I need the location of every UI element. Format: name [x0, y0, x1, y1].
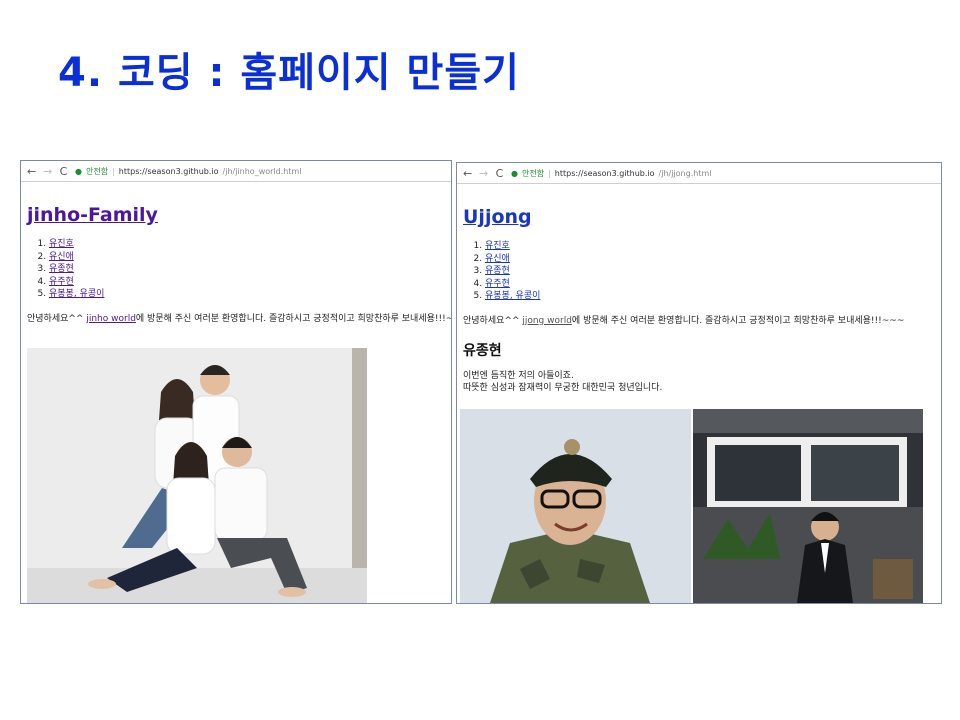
- list-item: 유주현: [49, 276, 451, 289]
- slide-title: 4. 코딩 : 홈페이지 만들기: [58, 50, 520, 96]
- greeting-text: 안녕하세요^^ jinho world에 방문해 주신 여러분 환영합니다. 즐…: [27, 311, 451, 324]
- secure-label: 안전함: [85, 166, 109, 176]
- family-link[interactable]: 유봉봉, 유콩이: [49, 289, 104, 299]
- forward-arrow-icon[interactable]: →: [479, 167, 488, 180]
- page-title-link[interactable]: jinho-Family: [27, 204, 451, 226]
- description-line: 따뜻한 심성과 잠재력이 무궁한 대한민국 청년입니다.: [463, 382, 663, 393]
- list-item: 유신애: [49, 251, 451, 264]
- family-list: 유진호 유신애 유종현 유주현 유봉봉, 유콩이: [463, 240, 941, 303]
- reload-icon[interactable]: C: [495, 167, 504, 180]
- family-link[interactable]: 유진호: [49, 239, 74, 249]
- address-bar[interactable]: ● 안전함 | https://season3.github.io/jh/jin…: [75, 164, 447, 178]
- divider: |: [112, 166, 115, 176]
- family-link[interactable]: 유신애: [485, 254, 510, 264]
- url-path: /jh/jinho_world.html: [222, 166, 302, 176]
- family-link[interactable]: 유주현: [49, 277, 74, 287]
- back-arrow-icon[interactable]: ←: [463, 167, 472, 180]
- family-link[interactable]: 유신애: [49, 252, 74, 262]
- section-heading: 유종현: [463, 342, 502, 359]
- page-content: jinho-Family 유진호 유신애 유종현 유주현 유봉봉, 유콩이 안녕…: [21, 204, 451, 324]
- url-path: /jh/jjong.html: [658, 168, 712, 178]
- list-item: 유종현: [485, 265, 941, 278]
- forward-arrow-icon[interactable]: →: [43, 165, 52, 178]
- browser-toolbar: ← → C ● 안전함 | https://season3.github.io /…: [457, 163, 941, 184]
- family-link[interactable]: 유주현: [485, 279, 510, 289]
- page-content: Ujjong 유진호 유신애 유종현 유주현 유봉봉, 유콩이 안녕하세요^^ …: [457, 206, 941, 394]
- family-link[interactable]: 유종현: [49, 264, 74, 274]
- browser-window-left: ← → C ● 안전함 | https://season3.github.io /…: [20, 160, 452, 604]
- list-item: 유종현: [49, 263, 451, 276]
- reload-icon[interactable]: C: [59, 165, 68, 178]
- list-item: 유봉봉, 유콩이: [485, 290, 941, 303]
- list-item: 유주현: [485, 278, 941, 291]
- back-arrow-icon[interactable]: ←: [27, 165, 36, 178]
- soldier-photo: [460, 409, 691, 603]
- url-host: https://season3.github.io: [554, 168, 655, 178]
- secure-label: 안전함: [521, 168, 545, 178]
- address-bar[interactable]: ● 안전함 | https://season3.github.io/jh/jjo…: [511, 166, 937, 180]
- greeting-prefix: 안녕하세요^^: [27, 313, 87, 324]
- family-link[interactable]: 유종현: [485, 266, 510, 276]
- list-item: 유신애: [485, 253, 941, 266]
- greeting-suffix: 에 방문해 주신 여러분 환영합니다. 즐감하시고 긍정적이고 희망찬하루 보내…: [135, 313, 452, 324]
- suit-photo: [693, 409, 923, 603]
- family-photo: [27, 348, 367, 603]
- family-link[interactable]: 유진호: [485, 241, 510, 251]
- list-item: 유진호: [485, 240, 941, 253]
- list-item: 유진호: [49, 238, 451, 251]
- greeting-text: 안녕하세요^^ jjong world에 방문해 주신 여러분 환영합니다. 즐…: [463, 313, 941, 326]
- world-link[interactable]: jinho world: [86, 314, 136, 324]
- url-host: https://season3.github.io: [118, 166, 219, 176]
- greeting-suffix: 에 방문해 주신 여러분 환영합니다. 즐감하시고 긍정적이고 희망찬하루 보내…: [571, 315, 905, 326]
- world-link[interactable]: jjong world: [522, 316, 572, 326]
- page-title-link[interactable]: Ujjong: [463, 206, 941, 228]
- family-list: 유진호 유신애 유종현 유주현 유봉봉, 유콩이: [27, 238, 451, 301]
- lock-icon: ●: [511, 168, 518, 178]
- browser-toolbar: ← → C ● 안전함 | https://season3.github.io /…: [21, 161, 451, 182]
- greeting-prefix: 안녕하세요^^: [463, 315, 523, 326]
- description-line: 이번엔 듬직한 저의 아들이죠.: [463, 370, 574, 381]
- list-item: 유봉봉, 유콩이: [49, 288, 451, 301]
- divider: |: [548, 168, 551, 178]
- browser-window-right: ← → C ● 안전함 | https://season3.github.io /…: [456, 162, 942, 604]
- lock-icon: ●: [75, 166, 82, 176]
- family-link[interactable]: 유봉봉, 유콩이: [485, 291, 540, 301]
